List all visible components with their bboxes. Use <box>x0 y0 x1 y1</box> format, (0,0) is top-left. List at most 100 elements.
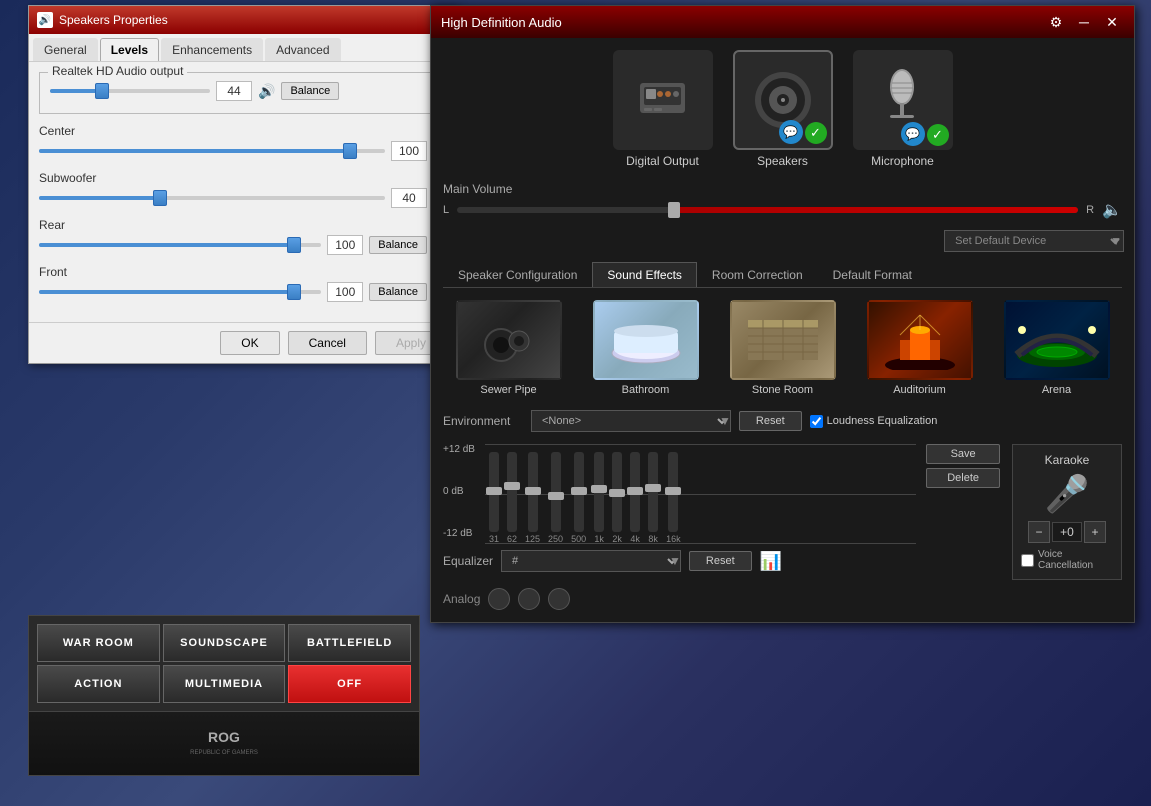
voice-cancel-label: Voice Cancellation <box>1038 549 1113 571</box>
eq-thumb-1k[interactable] <box>591 485 607 493</box>
analog-row: Analog <box>443 588 1122 610</box>
mute-icon[interactable]: 🔈 <box>1102 200 1122 220</box>
center-row: 100 <box>39 141 427 161</box>
device-speakers[interactable]: 💬 ✓ Speakers <box>733 50 833 168</box>
battlefield-button[interactable]: BATTLEFIELD <box>288 624 411 662</box>
vol-thumb[interactable] <box>668 202 680 218</box>
subwoofer-row: 40 <box>39 188 427 208</box>
realtek-balance-button[interactable]: Balance <box>281 82 339 100</box>
front-balance-button[interactable]: Balance <box>369 283 427 301</box>
eq-thumb-250[interactable] <box>548 492 564 500</box>
soundscape-button[interactable]: SOUNDSCAPE <box>163 624 286 662</box>
subwoofer-slider[interactable] <box>39 196 385 200</box>
voice-cancellation-checkbox[interactable]: Voice Cancellation <box>1021 549 1113 571</box>
eq-karaoke-section: +12 dB 0 dB -12 dB <box>443 444 1122 580</box>
speakers-check-bubble: ✓ <box>805 122 827 144</box>
stone-room-label: Stone Room <box>752 384 813 396</box>
eq-thumb-62[interactable] <box>504 482 520 490</box>
eq-bar-4k: 4k <box>630 452 640 544</box>
voice-cancel-input[interactable] <box>1021 554 1034 567</box>
hda-settings-button[interactable]: ⚙ <box>1044 12 1068 32</box>
eq-bar-500: 500 <box>571 452 586 544</box>
ok-button[interactable]: OK <box>220 331 279 355</box>
eq-thumb-16k[interactable] <box>665 487 681 495</box>
war-room-button[interactable]: WAR ROOM <box>37 624 160 662</box>
loudness-checkbox-input[interactable] <box>810 415 823 428</box>
eq-bar-chart-icon[interactable]: 📊 <box>760 551 782 572</box>
hda-close-button[interactable]: ✕ <box>1100 12 1124 32</box>
analog-circle-3[interactable] <box>548 588 570 610</box>
main-volume-slider[interactable] <box>457 207 1078 213</box>
eq-thumb-4k[interactable] <box>627 487 643 495</box>
eq-thumb-500[interactable] <box>571 487 587 495</box>
karaoke-section: Karaoke 🎤 − +0 + Voice Cancellation <box>1012 444 1122 580</box>
tab-sound-effects[interactable]: Sound Effects <box>592 262 697 287</box>
off-button[interactable]: OFF <box>288 665 411 703</box>
eq-thumb-125[interactable] <box>525 487 541 495</box>
eq-thumb-2k[interactable] <box>609 489 625 497</box>
front-slider[interactable] <box>39 290 321 294</box>
digital-output-label: Digital Output <box>626 154 699 168</box>
karaoke-minus-button[interactable]: − <box>1028 521 1050 543</box>
device-digital-output[interactable]: Digital Output <box>613 50 713 168</box>
effect-sewer-pipe[interactable]: Sewer Pipe <box>443 300 574 396</box>
environment-select[interactable]: <None> <box>531 410 731 432</box>
subwoofer-value: 40 <box>391 188 427 208</box>
karaoke-label: Karaoke <box>1045 453 1090 467</box>
realtek-mute-icon[interactable]: 🔊 <box>258 83 275 100</box>
tab-enhancements[interactable]: Enhancements <box>161 38 263 61</box>
env-reset-button[interactable]: Reset <box>739 411 802 431</box>
eq-thumb-8k[interactable] <box>645 484 661 492</box>
eq-reset-button[interactable]: Reset <box>689 551 752 571</box>
hda-minimize-button[interactable]: ─ <box>1072 12 1096 32</box>
eq-bar-2k: 2k <box>612 452 622 544</box>
sliders-area: Center 100 Subwoofer <box>39 124 447 312</box>
effect-arena[interactable]: Arena <box>991 300 1122 396</box>
center-slider[interactable] <box>39 149 385 153</box>
multimedia-button[interactable]: MULTIMEDIA <box>163 665 286 703</box>
hda-devices: Digital Output 💬 ✓ Spea <box>443 50 1122 168</box>
effect-auditorium[interactable]: Auditorium <box>854 300 985 396</box>
speakers-titlebar: 🔊 Speakers Properties ✕ <box>29 6 457 34</box>
eq-bar-62: 62 <box>507 452 517 544</box>
analog-circle-1[interactable] <box>488 588 510 610</box>
vol-fill <box>674 207 1078 213</box>
tab-room-correction[interactable]: Room Correction <box>697 262 818 287</box>
rear-slider[interactable] <box>39 243 321 247</box>
eq-top-line <box>485 444 916 445</box>
analog-label: Analog <box>443 592 480 606</box>
tab-speaker-config[interactable]: Speaker Configuration <box>443 262 592 287</box>
effect-bathroom[interactable]: Bathroom <box>580 300 711 396</box>
hda-window-title: High Definition Audio <box>441 15 562 30</box>
eq-bar-31: 31 <box>489 452 499 544</box>
tab-general[interactable]: General <box>33 38 98 61</box>
rear-balance-button[interactable]: Balance <box>369 236 427 254</box>
device-microphone[interactable]: 💬 ✓ Microphone <box>853 50 953 168</box>
digital-output-icon <box>630 68 695 133</box>
tab-advanced[interactable]: Advanced <box>265 38 340 61</box>
cancel-button[interactable]: Cancel <box>288 331 367 355</box>
rog-logo-svg: ROG REPUBLIC OF GAMERS <box>184 722 264 762</box>
speakers-window-icon: 🔊 <box>37 12 53 28</box>
eq-bar-125: 125 <box>525 452 540 544</box>
karaoke-plus-button[interactable]: + <box>1084 521 1106 543</box>
rear-section: Rear 100 Balance <box>39 218 427 255</box>
bathroom-thumb <box>593 300 699 380</box>
eq-thumb-31[interactable] <box>486 487 502 495</box>
realtek-slider[interactable] <box>50 89 210 93</box>
analog-circle-2[interactable] <box>518 588 540 610</box>
loudness-equalization-checkbox[interactable]: Loudness Equalization <box>810 415 938 428</box>
eq-save-button[interactable]: Save <box>926 444 1000 464</box>
action-button[interactable]: ACTION <box>37 665 160 703</box>
rog-logo: ROG REPUBLIC OF GAMERS <box>29 711 419 775</box>
karaoke-icon: 🎤 <box>1045 473 1090 515</box>
tab-default-format[interactable]: Default Format <box>818 262 927 287</box>
default-device-select[interactable]: Set Default Device <box>944 230 1124 252</box>
environment-row: Environment <None> ▼ Reset Loudness Equa… <box>443 410 1122 432</box>
equalizer-select[interactable]: # <box>501 550 681 572</box>
effect-stone-room[interactable]: Stone Room <box>717 300 848 396</box>
tab-levels[interactable]: Levels <box>100 38 159 61</box>
eq-delete-button[interactable]: Delete <box>926 468 1000 488</box>
realtek-level-row: 44 🔊 Balance <box>50 81 436 101</box>
environment-label: Environment <box>443 414 523 428</box>
